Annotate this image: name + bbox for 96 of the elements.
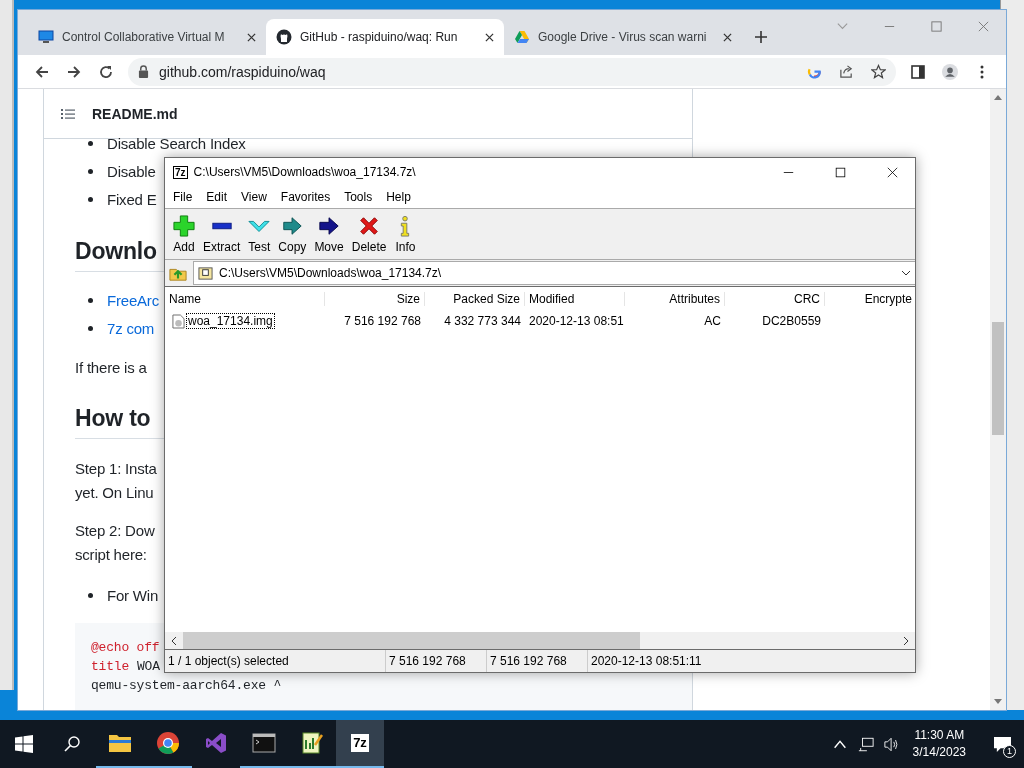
paragraph: If there is a [75, 358, 148, 378]
search-icon[interactable] [63, 735, 81, 753]
menu-item[interactable]: Edit [204, 188, 234, 206]
scroll-right-icon[interactable] [903, 635, 909, 646]
disc-file-icon [172, 313, 185, 329]
volume-icon[interactable] [883, 736, 900, 752]
clock-date[interactable]: 3/14/2023 [912, 744, 966, 761]
star-icon[interactable] [871, 64, 886, 79]
bullet-icon [88, 325, 93, 331]
list-item-text: Disable Search Index [107, 134, 246, 152]
bullet-icon [88, 196, 93, 202]
menu-item[interactable]: View [239, 188, 273, 206]
plus-icon [173, 214, 195, 237]
bullet-icon [88, 140, 93, 146]
download-link[interactable]: FreeArc [107, 291, 159, 309]
infinity-icon [204, 731, 228, 755]
status-text: 7 516 192 768 [487, 650, 588, 672]
sidebar-icon[interactable] [910, 63, 926, 80]
cross-icon [358, 214, 381, 237]
readme-title: README.md [92, 105, 178, 122]
column-header[interactable]: CRC [725, 292, 825, 306]
message-icon [992, 735, 1012, 753]
address-bar[interactable]: github.com/raspiduino/waq [128, 57, 896, 86]
bullet-icon [88, 592, 93, 598]
table-cell-text: 7 516 192 768 [343, 314, 422, 328]
menu-item[interactable]: File [171, 188, 199, 206]
archive-icon [198, 265, 213, 281]
monitor-icon [38, 29, 54, 45]
clock-time[interactable]: 11:30 AM [914, 727, 965, 744]
arrow-icon [318, 214, 341, 237]
notification-count: 1 [1003, 745, 1016, 758]
column-header[interactable]: Name [165, 292, 325, 306]
table-cell-text: 4 332 773 344 [443, 314, 522, 328]
menu-item[interactable]: Favorites [278, 188, 337, 206]
scroll-left-icon[interactable] [171, 635, 177, 646]
table-cell-text: DC2B0559 [761, 314, 822, 328]
drive-icon [514, 29, 530, 45]
menu-item[interactable]: Help [384, 188, 417, 206]
app-logo: 7z [173, 165, 188, 179]
column-header[interactable]: Encrypte [825, 292, 915, 306]
back-icon[interactable] [34, 63, 50, 80]
status-text: 1 / 1 object(s) selected [165, 650, 386, 672]
code-text: WOA [137, 658, 160, 676]
forward-icon[interactable] [66, 63, 82, 80]
windows-icon[interactable] [15, 735, 33, 753]
status-text: 2020-12-13 08:51:11 [590, 653, 702, 670]
lock-icon [138, 65, 149, 78]
table-cell-text: 2020-12-13 08:51 [528, 314, 625, 328]
column-header[interactable]: Attributes [625, 292, 725, 306]
share-icon[interactable] [839, 64, 854, 79]
list-item-text: Fixed E [107, 190, 157, 208]
download-link[interactable]: 7z com [107, 319, 155, 337]
paragraph: Step 2: Dow script here: [75, 521, 156, 565]
code-text: @echo off [91, 639, 160, 657]
scroll-down-icon[interactable] [994, 699, 1002, 705]
scrollbar[interactable] [990, 89, 1006, 710]
notification-button[interactable]: 1 [980, 720, 1024, 768]
close-icon[interactable] [247, 32, 256, 42]
dropdown-icon[interactable] [901, 270, 911, 276]
code-text: title [91, 658, 129, 676]
taskbar-app[interactable]: 7z [336, 720, 384, 768]
status-text: 7 516 192 768 [386, 650, 487, 672]
avatar-icon[interactable] [942, 63, 958, 80]
close-icon[interactable] [485, 32, 494, 42]
bullet-icon [88, 168, 93, 174]
terminal-icon [252, 731, 276, 755]
list-item-text: For Win [107, 586, 159, 604]
reload-icon[interactable] [98, 63, 114, 80]
close-icon[interactable] [723, 32, 732, 42]
window-title: C:\Users\VM5\Downloads\woa_17134.7z\ [193, 165, 416, 179]
column-header[interactable]: Size [325, 292, 425, 306]
notepad-icon [300, 731, 324, 755]
scroll-up-icon[interactable] [994, 94, 1002, 100]
scroll-thumb[interactable] [992, 322, 1004, 435]
browser-tab[interactable]: Google Drive - Virus scan warni [504, 19, 742, 55]
close-icon[interactable] [887, 166, 898, 178]
app-logo: 7z [351, 734, 369, 752]
path-field[interactable]: C:\Users\VM5\Downloads\woa_17134.7z\ [193, 261, 915, 285]
maximize-icon[interactable] [835, 166, 846, 178]
horizontal-scrollbar[interactable] [165, 632, 915, 649]
menu-item[interactable]: Tools [342, 188, 379, 206]
new-tab-icon[interactable] [754, 30, 768, 44]
chrome-icon [156, 731, 180, 755]
paragraph: Step 1: Insta yet. On Linu [75, 459, 158, 503]
scroll-thumb[interactable] [183, 632, 640, 649]
browser-tab[interactable]: GitHub - raspiduino/waq: Run [266, 19, 504, 55]
arrow-icon [281, 214, 304, 237]
bullet-icon [88, 297, 93, 303]
code-text: qemu-system-aarch64.exe ^ [91, 677, 282, 695]
browser-tab[interactable]: Control Collaborative Virtual M [28, 19, 266, 55]
column-header[interactable]: Packed Size [425, 292, 525, 306]
table-cell-text: AC [703, 314, 722, 328]
network-icon[interactable] [857, 736, 874, 752]
column-header[interactable]: Modified [525, 292, 625, 306]
file-name[interactable]: woa_17134.img [186, 313, 275, 329]
list-item-text: Disable [107, 162, 156, 180]
